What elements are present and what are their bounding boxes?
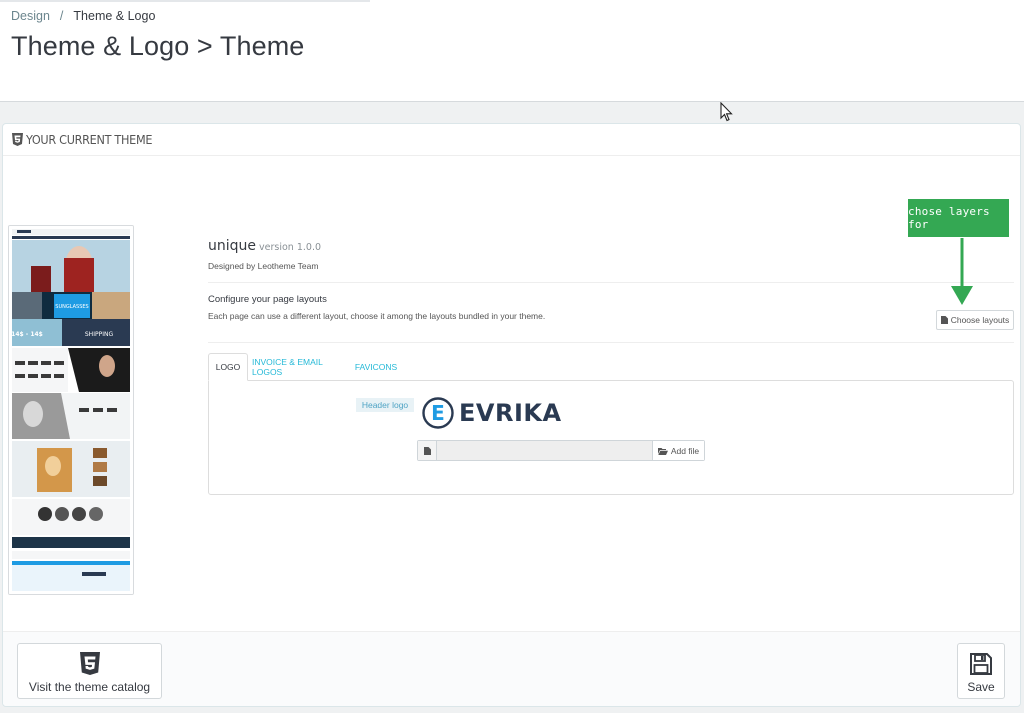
html5-icon bbox=[12, 133, 23, 146]
file-upload-field[interactable]: Add file bbox=[417, 440, 705, 461]
page-title: Theme & Logo > Theme bbox=[11, 31, 305, 61]
page-header: Design / Theme & Logo Theme & Logo > Theme bbox=[0, 0, 1024, 102]
choose-layouts-button[interactable]: Choose layouts bbox=[936, 310, 1014, 330]
panel-heading: YOUR CURRENT THEME bbox=[3, 124, 1020, 156]
file-icon bbox=[940, 316, 948, 324]
layouts-description: Each page can use a different layout, ch… bbox=[208, 311, 546, 321]
theme-name-text: unique bbox=[208, 238, 257, 254]
tab-favicons[interactable]: FAVICONS bbox=[354, 353, 398, 380]
top-divider bbox=[0, 0, 370, 2]
html5-icon bbox=[80, 652, 100, 675]
theme-author: Designed by Leotheme Team bbox=[208, 261, 319, 271]
theme-version: version 1.0.0 bbox=[259, 242, 322, 253]
tab-logo[interactable]: LOGO bbox=[208, 353, 248, 381]
logo-text: EVRIKA bbox=[459, 399, 562, 427]
theme-name: unique version 1.0.0 bbox=[208, 238, 321, 254]
breadcrumb-separator: / bbox=[59, 9, 64, 23]
folder-open-icon bbox=[657, 447, 668, 455]
tab-content-logo: Header logo E EVRIKA Add file bbox=[208, 380, 1014, 495]
save-button[interactable]: Save bbox=[957, 643, 1005, 699]
breadcrumb-parent[interactable]: Design bbox=[11, 9, 50, 23]
add-file-label: Add file bbox=[670, 445, 700, 456]
preview-banner-sunglasses: SUNGLASSES bbox=[55, 304, 88, 310]
preview-banner-shipping: SHIPPING bbox=[85, 331, 114, 338]
annotation-callout: chose layers for bbox=[908, 199, 1009, 237]
panel-footer: Visit the theme catalog Save bbox=[3, 631, 1020, 706]
tab-invoice-email-logos[interactable]: INVOICE & EMAIL LOGOS bbox=[252, 353, 347, 380]
preview-promo-text: 14$ - 14$ bbox=[11, 331, 43, 338]
file-icon-box bbox=[418, 441, 437, 460]
visit-theme-catalog-button[interactable]: Visit the theme catalog bbox=[17, 643, 162, 699]
save-button-label: Save bbox=[967, 680, 995, 694]
theme-preview-thumbnail: SUNGLASSES 14$ - 14$ SHIPPING bbox=[9, 226, 133, 594]
theme-preview-image: SUNGLASSES 14$ - 14$ SHIPPING bbox=[8, 225, 134, 595]
choose-layouts-label: Choose layouts bbox=[950, 315, 1010, 325]
catalog-button-label: Visit the theme catalog bbox=[28, 680, 151, 694]
mouse-cursor-icon bbox=[720, 102, 733, 122]
save-icon bbox=[970, 653, 992, 675]
file-icon bbox=[423, 446, 431, 455]
breadcrumb-current: Theme & Logo bbox=[73, 9, 156, 23]
logo-tabs: LOGO INVOICE & EMAIL LOGOS FAVICONS Head… bbox=[208, 353, 1014, 495]
current-theme-panel: YOUR CURRENT THEME SUNGLASSES 14$ - 14$ … bbox=[2, 123, 1021, 707]
logo-letter: E bbox=[431, 401, 445, 425]
panel-heading-title: YOUR CURRENT THEME bbox=[26, 132, 153, 147]
add-file-button[interactable]: Add file bbox=[652, 441, 704, 460]
divider bbox=[208, 342, 1014, 343]
evrika-logo-mark: E bbox=[422, 397, 454, 429]
layouts-title: Configure your page layouts bbox=[208, 294, 327, 305]
breadcrumb: Design / Theme & Logo bbox=[11, 9, 155, 23]
divider bbox=[208, 282, 1014, 283]
arrow-down-icon bbox=[951, 238, 973, 305]
header-logo-label: Header logo bbox=[356, 398, 414, 412]
